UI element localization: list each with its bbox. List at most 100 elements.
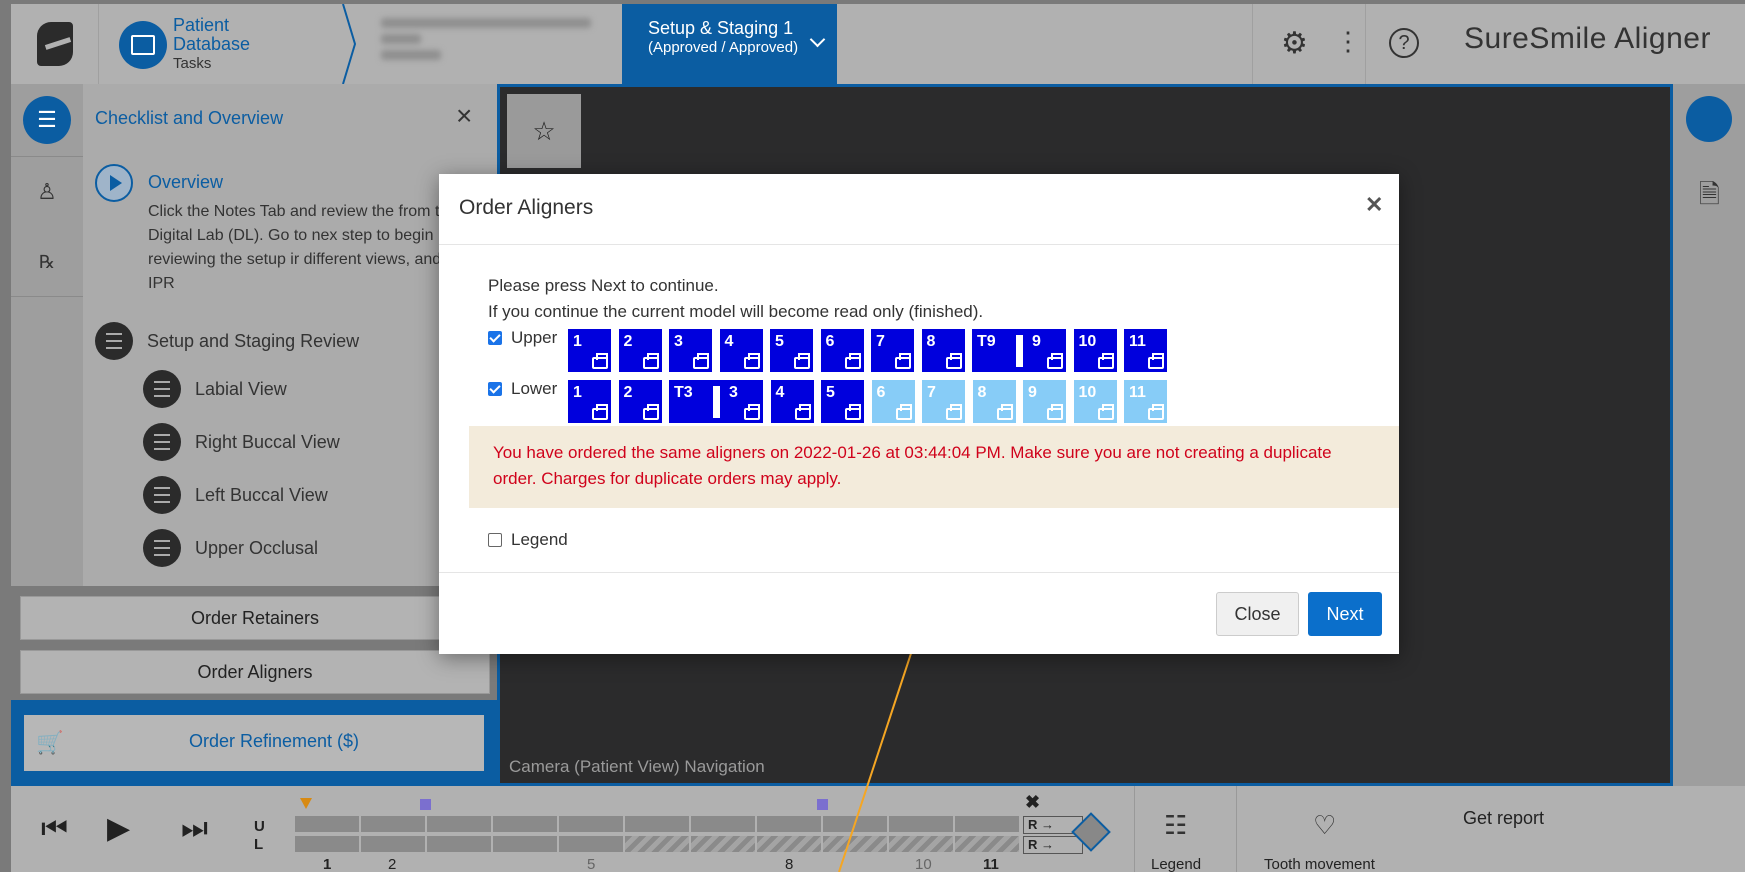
order-retainers-button[interactable]: Order Retainers [20, 596, 490, 640]
rx-icon[interactable]: ℞ [23, 238, 71, 286]
aligner-tile[interactable]: 2 [618, 329, 662, 372]
printer-icon [794, 353, 810, 369]
patient-icon[interactable]: ♙ [23, 168, 71, 216]
aligner-tile[interactable]: 4 [770, 380, 814, 423]
aligner-tile[interactable]: 7 [922, 380, 965, 423]
lower-retainer-box[interactable]: R → [1023, 836, 1083, 854]
step-left-buccal[interactable]: Left Buccal View [143, 476, 328, 514]
legend-label[interactable]: Legend [1151, 856, 1201, 872]
step-label: Right Buccal View [195, 431, 340, 452]
divider-bar [713, 386, 720, 418]
logo-s[interactable] [11, 4, 99, 84]
play-icon[interactable] [95, 164, 133, 202]
gear-icon[interactable]: ⚙ [1281, 26, 1308, 61]
aligner-tile-combined[interactable]: T3 3 [669, 380, 763, 423]
aligner-tile[interactable]: 10 [1073, 380, 1117, 423]
list-icon [143, 370, 181, 408]
dialog-footer-divider [439, 572, 1399, 573]
step-label: Left Buccal View [195, 484, 328, 505]
overview-title[interactable]: Overview [148, 172, 223, 193]
get-report-button[interactable]: Get report [1463, 808, 1544, 829]
aligner-tile[interactable]: 6 [871, 380, 915, 423]
brand-name: SureSmile Aligner [1464, 22, 1711, 55]
patient-db-title-2: Database [173, 34, 251, 54]
upper-checkbox[interactable] [488, 331, 502, 345]
aligner-tile-combined[interactable]: T9 9 [972, 329, 1066, 372]
aligner-tile[interactable]: 1 [568, 380, 611, 423]
skip-forward-icon[interactable]: ⏭ [181, 814, 208, 844]
skip-back-icon[interactable]: ⏮ [41, 814, 68, 844]
aligner-label: 11 [1129, 384, 1146, 401]
step-right-buccal[interactable]: Right Buccal View [143, 423, 340, 461]
printer-icon [845, 404, 861, 420]
divider [1365, 4, 1366, 84]
breadcrumb-chevron-icon [342, 4, 357, 84]
aligner-label: 6 [825, 333, 835, 350]
monitor-icon [119, 20, 167, 69]
legend-checkbox[interactable] [488, 533, 502, 547]
aligner-tile[interactable]: 8 [972, 380, 1016, 423]
order-aligners-button[interactable]: Order Aligners [20, 650, 490, 694]
aligner-tile[interactable]: 11 [1124, 329, 1167, 372]
patient-db-title-1: Patient [173, 15, 230, 35]
lower-track[interactable] [295, 836, 1021, 852]
aligner-tile[interactable]: 3 [669, 329, 712, 372]
camera-navigation-label: Camera (Patient View) Navigation [509, 757, 765, 776]
step-labial-view[interactable]: Labial View [143, 370, 287, 408]
kebab-icon[interactable]: ⋮ [1335, 26, 1361, 56]
tooth-movement-label[interactable]: Tooth movement [1264, 856, 1375, 872]
aligner-tile[interactable]: 6 [820, 329, 864, 372]
order-aligners-dialog: Order Aligners ✕ Please press Next to co… [439, 174, 1399, 654]
aligner-tile[interactable]: 1 [568, 329, 611, 372]
legend-icon[interactable]: ☷ [1164, 810, 1187, 841]
aligner-tile[interactable]: 5 [821, 380, 864, 423]
patient-database-nav[interactable]: Patient Database Tasks [119, 16, 250, 73]
camera-icon[interactable] [1686, 96, 1732, 142]
document-icon[interactable]: 🗎 [1699, 176, 1720, 220]
printer-icon [1097, 404, 1114, 420]
dialog-message-1: Please press Next to continue. [488, 276, 719, 295]
play-icon[interactable]: ▶ [107, 814, 130, 844]
printer-icon [895, 353, 911, 369]
step-setup-staging[interactable]: Setup and Staging Review [95, 322, 359, 360]
divider [11, 296, 83, 297]
order-refinement-button[interactable]: 🛒 Order Refinement ($) [24, 715, 484, 771]
aligner-label: 7 [876, 333, 885, 350]
aligner-tile[interactable]: 5 [770, 329, 813, 372]
printer-icon [592, 404, 608, 420]
lower-checkbox[interactable] [488, 382, 502, 396]
aligner-tile[interactable]: 11 [1124, 380, 1167, 423]
right-icon-rail: 🗎 [1673, 84, 1745, 786]
checklist-icon[interactable]: ☰ [23, 96, 71, 144]
tooth-icon[interactable]: ♡ [1313, 810, 1336, 841]
aligner-tile[interactable]: 9 [1023, 380, 1066, 423]
aligner-tile[interactable]: 7 [871, 329, 914, 372]
stage-selector[interactable]: Setup & Staging 1 (Approved / Approved) [622, 4, 837, 84]
star-icon[interactable]: ☆ [507, 94, 581, 168]
lower-checkbox-row[interactable]: Lower [488, 379, 557, 399]
next-button[interactable]: Next [1308, 592, 1382, 636]
aligner-tile[interactable]: 4 [719, 329, 763, 372]
dialog-message-2: If you continue the current model will b… [488, 302, 984, 321]
aligner-label: 5 [826, 384, 835, 401]
close-icon[interactable]: ✕ [1365, 192, 1383, 218]
aligner-tile[interactable]: 2 [618, 380, 662, 423]
help-icon[interactable]: ? [1389, 28, 1419, 58]
upper-checkbox-row[interactable]: Upper [488, 328, 557, 348]
aligner-label: 8 [977, 384, 987, 401]
aligner-label: 10 [1078, 333, 1097, 350]
close-icon[interactable]: × [456, 100, 472, 132]
step-upper-occlusal[interactable]: Upper Occlusal [143, 529, 318, 567]
aligner-tile[interactable]: 10 [1073, 329, 1117, 372]
printer-icon [743, 353, 760, 369]
printer-icon [744, 404, 760, 420]
aligner-label: T9 [977, 333, 996, 350]
legend-label: Legend [511, 530, 568, 549]
legend-checkbox-row[interactable]: Legend [488, 530, 568, 550]
aligner-label: 4 [775, 384, 785, 401]
aligner-tile[interactable]: 8 [921, 329, 965, 372]
top-bar: Patient Database Tasks Setup & Staging 1… [11, 4, 1745, 84]
close-button[interactable]: Close [1216, 592, 1299, 636]
upper-track[interactable] [295, 816, 1021, 832]
printer-icon [946, 404, 962, 420]
